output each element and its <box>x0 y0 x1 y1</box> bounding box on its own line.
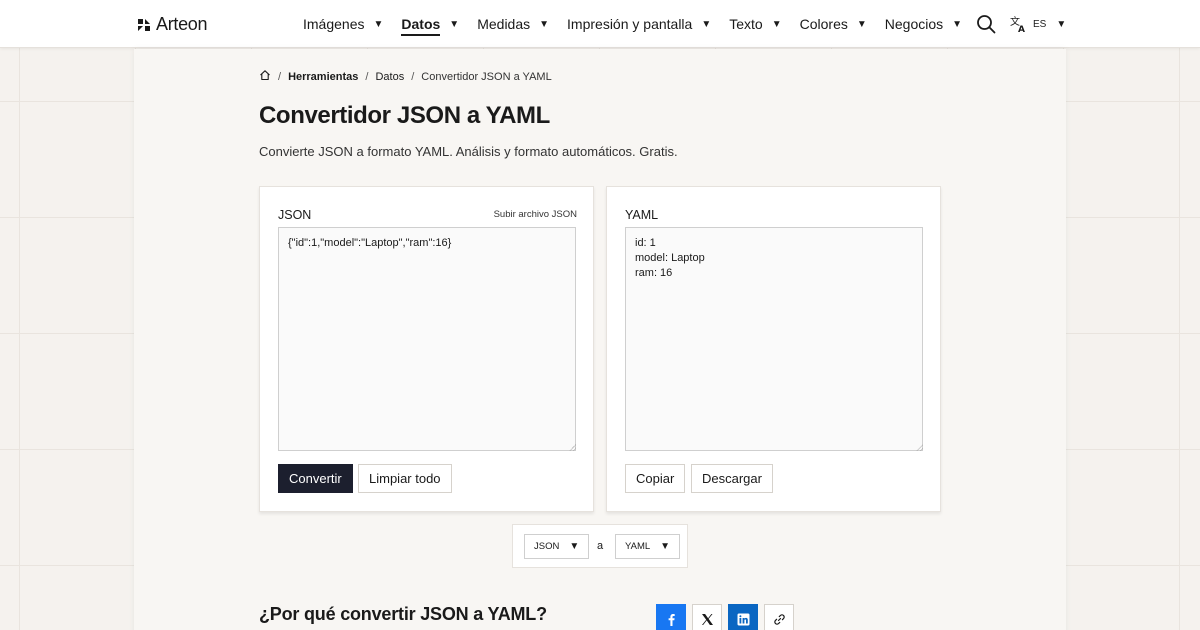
caret-down-icon: ▼ <box>952 18 963 30</box>
breadcrumb: / Herramientas / Datos / Convertidor JSO… <box>259 69 552 84</box>
nav-item-label: Texto <box>729 16 763 32</box>
caret-down-icon: ▼ <box>1056 18 1067 30</box>
brand-logo[interactable]: Arteon <box>136 14 208 35</box>
brand-name: Arteon <box>156 14 208 34</box>
yaml-panel-title: YAML <box>625 208 659 222</box>
to-format-value: YAML <box>625 541 651 552</box>
nav-item-label: Imágenes <box>303 16 365 32</box>
copy-button[interactable]: Copiar <box>625 464 686 493</box>
nav-item-label: Negocios <box>884 16 944 32</box>
breadcrumb-separator: / <box>278 70 282 83</box>
caret-down-icon: ▼ <box>660 541 671 552</box>
copy-link-button[interactable] <box>764 604 794 630</box>
to-format-select[interactable]: YAML ▼ <box>615 534 681 559</box>
download-button[interactable]: Descargar <box>691 464 773 493</box>
from-format-value: JSON <box>534 541 560 552</box>
x-icon <box>701 613 713 625</box>
facebook-icon <box>668 613 675 626</box>
breadcrumb-separator: / <box>411 70 415 83</box>
caret-down-icon: ▼ <box>569 541 580 552</box>
nav-item-colores[interactable]: Colores ▼ <box>800 0 867 48</box>
nav-item-datos[interactable]: Datos ▼ <box>401 0 459 48</box>
caret-down-icon: ▼ <box>771 18 782 30</box>
format-selector-bar: JSON ▼ a YAML ▼ <box>512 524 688 568</box>
page-subtitle: Convierte JSON a formato YAML. Análisis … <box>259 144 678 159</box>
main-nav: Imágenes ▼ Datos ▼ Medidas ▼ Impresión y… <box>303 0 962 48</box>
nav-item-texto[interactable]: Texto ▼ <box>729 0 781 48</box>
breadcrumb-herramientas[interactable]: Herramientas <box>288 71 358 83</box>
breadcrumb-home[interactable] <box>259 69 271 84</box>
format-connector: a <box>597 540 604 552</box>
caret-down-icon: ▼ <box>539 18 550 30</box>
language-selector[interactable]: 文 A ES ▼ <box>1010 15 1066 33</box>
search-icon <box>977 15 996 34</box>
share-buttons <box>656 604 794 630</box>
nav-item-label: Impresión y pantalla <box>567 16 693 32</box>
clear-all-button[interactable]: Limpiar todo <box>358 464 452 493</box>
arteon-logo-icon <box>138 18 150 31</box>
upload-json-link[interactable]: Subir archivo JSON <box>494 209 577 220</box>
json-panel-title: JSON <box>278 208 312 222</box>
resize-handle[interactable] <box>569 444 576 451</box>
yaml-output-textarea[interactable]: id: 1 model: Laptop ram: 16 <box>625 227 923 451</box>
caret-down-icon: ▼ <box>373 18 384 30</box>
convert-button[interactable]: Convertir <box>278 464 353 493</box>
caret-down-icon: ▼ <box>701 18 712 30</box>
share-x-button[interactable] <box>692 604 722 630</box>
share-linkedin-button[interactable] <box>728 604 758 630</box>
nav-item-label: Medidas <box>477 16 531 32</box>
why-convert-heading: ¿Por qué convertir JSON a YAML? <box>259 604 547 624</box>
caret-down-icon: ▼ <box>449 18 460 30</box>
nav-item-impresion[interactable]: Impresión y pantalla ▼ <box>567 0 711 48</box>
page-title: Convertidor JSON a YAML <box>259 102 550 129</box>
share-facebook-button[interactable] <box>656 604 686 630</box>
nav-item-negocios[interactable]: Negocios ▼ <box>885 0 962 48</box>
nav-item-imagenes[interactable]: Imágenes ▼ <box>303 0 383 48</box>
caret-down-icon: ▼ <box>856 18 867 30</box>
breadcrumb-separator: / <box>365 70 369 83</box>
language-code: ES <box>1033 18 1047 30</box>
svg-text:A: A <box>1018 25 1025 33</box>
translate-icon: 文 A <box>1010 15 1025 33</box>
top-navigation-bar: Arteon Imágenes ▼ Datos ▼ Medidas ▼ Impr… <box>0 0 1200 48</box>
search-button[interactable] <box>976 14 996 34</box>
json-input-card: JSON Subir archivo JSON {"id":1,"model":… <box>259 186 594 512</box>
linkedin-icon <box>737 613 749 625</box>
link-icon <box>773 613 785 625</box>
yaml-output-card: YAML id: 1 model: Laptop ram: 16 Copiar … <box>606 186 941 512</box>
nav-item-label: Colores <box>799 16 848 32</box>
breadcrumb-current: Convertidor JSON a YAML <box>421 70 552 83</box>
from-format-select[interactable]: JSON ▼ <box>524 534 590 559</box>
json-input-textarea[interactable]: {"id":1,"model":"Laptop","ram":16} <box>278 227 576 451</box>
home-icon <box>260 70 270 81</box>
breadcrumb-datos[interactable]: Datos <box>375 71 404 83</box>
resize-handle[interactable] <box>916 444 923 451</box>
nav-item-label: Datos <box>401 16 441 36</box>
main-content: / Herramientas / Datos / Convertidor JSO… <box>134 49 1066 630</box>
nav-item-medidas[interactable]: Medidas ▼ <box>477 0 549 48</box>
